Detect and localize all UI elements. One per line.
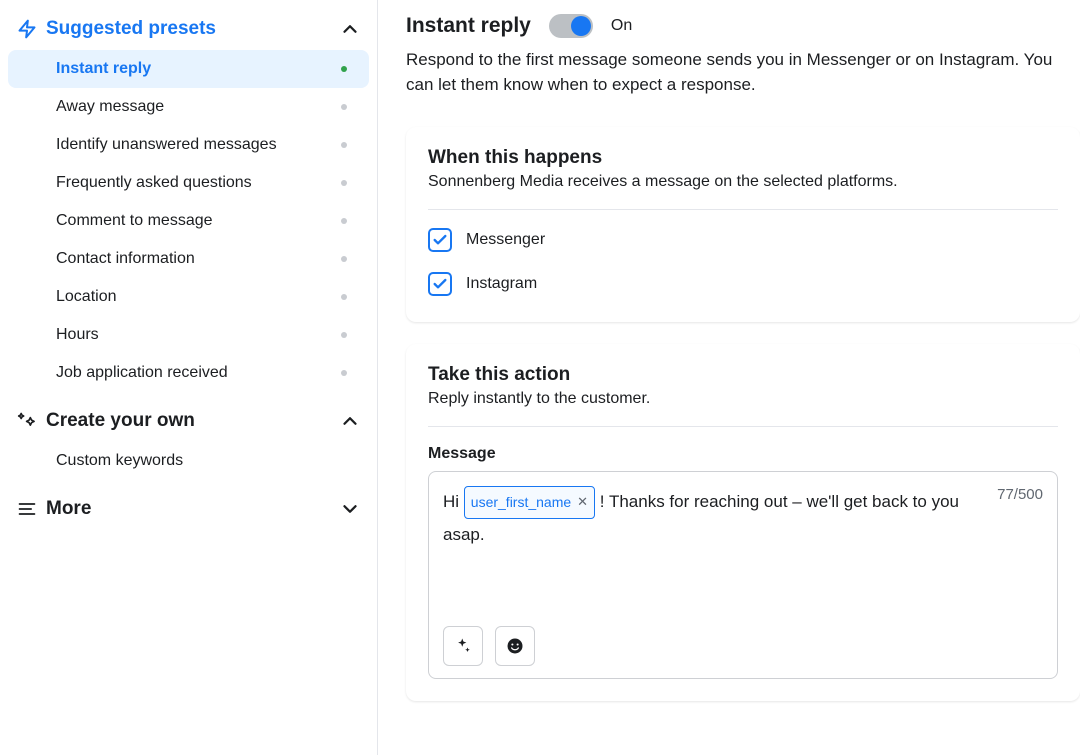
suggested-presets-header[interactable]: Suggested presets bbox=[0, 10, 377, 48]
main-content: Instant reply On Respond to the first me… bbox=[378, 0, 1080, 755]
action-card: Take this action Reply instantly to the … bbox=[406, 344, 1080, 701]
create-your-own-header[interactable]: Create your own bbox=[0, 402, 377, 440]
status-dot bbox=[341, 104, 347, 110]
when-card: When this happens Sonnenberg Media recei… bbox=[406, 127, 1080, 322]
instant-reply-toggle[interactable] bbox=[549, 14, 593, 38]
more-header[interactable]: More bbox=[0, 490, 377, 528]
page-description: Respond to the first message someone sen… bbox=[406, 48, 1080, 97]
checkbox-messenger[interactable] bbox=[428, 228, 452, 252]
sidebar-item-faq[interactable]: Frequently asked questions bbox=[8, 164, 369, 202]
msg-prefix: Hi bbox=[443, 492, 464, 511]
message-text[interactable]: Hi user_first_name✕ ! Thanks for reachin… bbox=[443, 486, 1043, 616]
sidebar-item-comment-to-message[interactable]: Comment to message bbox=[8, 202, 369, 240]
message-label: Message bbox=[428, 445, 1058, 463]
sidebar-item-contact-info[interactable]: Contact information bbox=[8, 240, 369, 278]
action-sub: Reply instantly to the customer. bbox=[428, 390, 1058, 427]
sidebar-item-custom-keywords[interactable]: Custom keywords bbox=[8, 442, 369, 480]
status-dot bbox=[341, 180, 347, 186]
suggested-items: Instant reply Away message Identify unan… bbox=[0, 48, 377, 402]
sidebar-item-job-application[interactable]: Job application received bbox=[8, 354, 369, 392]
suggested-presets-title: Suggested presets bbox=[46, 18, 339, 40]
checkbox-instagram[interactable] bbox=[428, 272, 452, 296]
page-title: Instant reply bbox=[406, 14, 531, 38]
toggle-knob bbox=[571, 16, 591, 36]
platform-row-messenger: Messenger bbox=[428, 228, 1058, 252]
sidebar-item-hours[interactable]: Hours bbox=[8, 316, 369, 354]
sidebar-item-identify-unanswered[interactable]: Identify unanswered messages bbox=[8, 126, 369, 164]
char-counter: 77/500 bbox=[997, 486, 1043, 503]
status-dot bbox=[341, 142, 347, 148]
sparkles-icon bbox=[14, 411, 40, 431]
status-dot bbox=[341, 332, 347, 338]
sidebar-item-location[interactable]: Location bbox=[8, 278, 369, 316]
status-dot bbox=[341, 294, 347, 300]
insert-variable-button[interactable] bbox=[443, 626, 483, 666]
message-tools bbox=[443, 626, 1043, 666]
create-items: Custom keywords bbox=[0, 440, 377, 490]
status-dot bbox=[341, 256, 347, 262]
chip-text: user_first_name bbox=[471, 489, 571, 516]
platform-row-instagram: Instagram bbox=[428, 272, 1058, 296]
status-dot bbox=[341, 218, 347, 224]
sidebar-item-instant-reply[interactable]: Instant reply bbox=[8, 50, 369, 88]
menu-icon bbox=[14, 499, 40, 519]
chevron-up-icon bbox=[339, 18, 361, 40]
sidebar: Suggested presets Instant reply Away mes… bbox=[0, 0, 378, 755]
chip-remove[interactable]: ✕ bbox=[577, 490, 588, 515]
when-heading: When this happens bbox=[428, 147, 1058, 169]
bolt-icon bbox=[14, 19, 40, 39]
create-your-own-title: Create your own bbox=[46, 410, 339, 432]
when-sub: Sonnenberg Media receives a message on t… bbox=[428, 173, 1058, 210]
action-heading: Take this action bbox=[428, 364, 1058, 386]
more-title: More bbox=[46, 498, 339, 520]
sidebar-item-away-message[interactable]: Away message bbox=[8, 88, 369, 126]
toggle-state-label: On bbox=[611, 17, 632, 35]
platform-label: Instagram bbox=[466, 275, 537, 293]
chevron-up-icon bbox=[339, 410, 361, 432]
status-dot bbox=[341, 66, 347, 72]
variable-chip[interactable]: user_first_name✕ bbox=[464, 486, 595, 519]
emoji-button[interactable] bbox=[495, 626, 535, 666]
message-editor[interactable]: Hi user_first_name✕ ! Thanks for reachin… bbox=[428, 471, 1058, 679]
chevron-down-icon bbox=[339, 498, 361, 520]
status-dot bbox=[341, 370, 347, 376]
platform-label: Messenger bbox=[466, 231, 545, 249]
